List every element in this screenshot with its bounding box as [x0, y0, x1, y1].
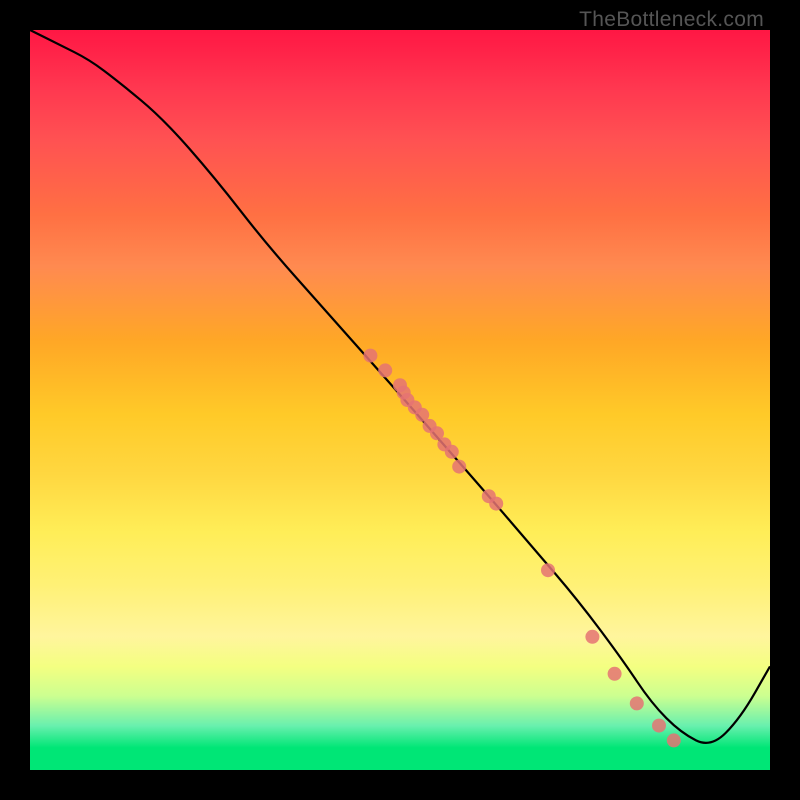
- data-point: [489, 497, 503, 511]
- data-point: [585, 630, 599, 644]
- data-point: [378, 363, 392, 377]
- data-point: [452, 460, 466, 474]
- chart-svg: [30, 30, 770, 770]
- data-point: [363, 349, 377, 363]
- data-point: [652, 719, 666, 733]
- data-point: [541, 563, 555, 577]
- data-point: [667, 733, 681, 747]
- watermark-text: TheBottleneck.com: [579, 8, 764, 32]
- data-point: [445, 445, 459, 459]
- scatter-points: [363, 349, 680, 748]
- data-point: [608, 667, 622, 681]
- data-point: [630, 696, 644, 710]
